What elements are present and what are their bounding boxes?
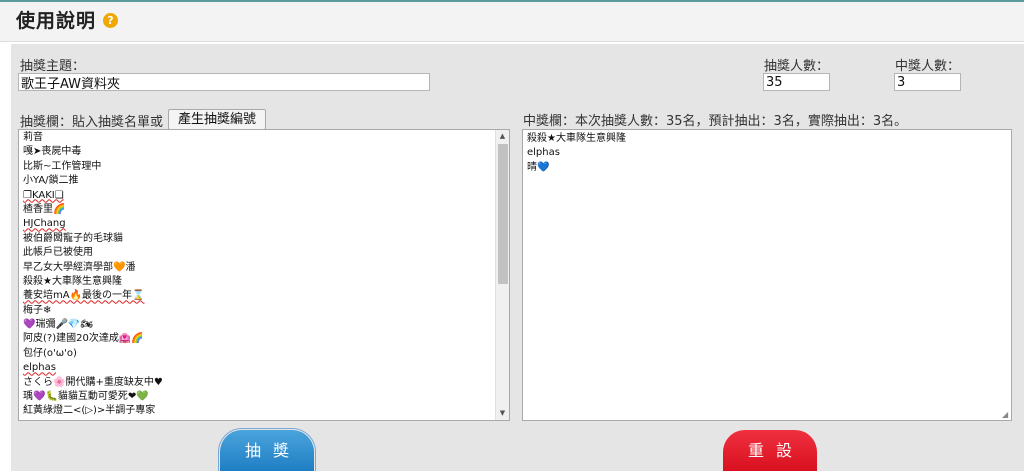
list-item: 小YA/鎖二推 [23, 175, 79, 187]
list-item: 莉音 [23, 132, 43, 143]
generate-numbers-button[interactable]: 產生抽獎編號 [168, 109, 266, 130]
list-item: elphas [23, 362, 56, 374]
scroll-up-arrow-icon[interactable]: ▲ [496, 130, 509, 143]
list-item: 早乙女大學經濟學部🧡潘 [23, 261, 136, 273]
participants-count-input[interactable] [763, 73, 830, 91]
list-item: 瑀💜🐛貓貓互動可愛死❤💚 [23, 391, 149, 403]
participants-count-label: 抽獎人數： [764, 59, 830, 74]
list-item: 殺殺★大車隊生意興隆 [23, 275, 122, 287]
winners-entries: 殺殺★大車隊生意興隆 elphas 晴💙 [527, 132, 626, 175]
scrollbar-thumb[interactable] [498, 144, 508, 284]
draw-button[interactable]: 抽獎 [218, 428, 316, 471]
winners-count-label: 中獎人數： [895, 59, 961, 74]
help-icon[interactable]: ? [103, 13, 118, 28]
resize-grip-icon[interactable]: ◢ [1002, 411, 1010, 419]
list-item: さくら🌸開代購+重度缺友中♥ [23, 376, 163, 388]
draw-list-label: 抽獎欄：貼入抽獎名單或 [20, 115, 164, 130]
list-item: 嘎➤喪屍中毒 [23, 146, 82, 158]
list-item: 梅子❄ [23, 304, 52, 316]
list-item: 阿皮(?)建國20次達成🏩🌈 [23, 333, 144, 345]
list-item: 紅黃綠燈二<(▷)>半調子專家 [23, 405, 156, 417]
winners-count-input[interactable] [894, 73, 961, 91]
list-item: 殺殺★大車隊生意興隆 [527, 133, 626, 144]
draw-list-entries: 莉音嘎➤喪屍中毒比斯~工作管理中 小YA/鎖二推 ❐KAKI❏ 楂香里🌈 HJChang… [23, 131, 163, 419]
topic-input[interactable] [18, 73, 430, 91]
draw-list-scrollbar[interactable]: ▲ ▼ [495, 130, 509, 420]
topic-label: 抽獎主題： [20, 59, 86, 74]
list-item: 此帳戶已被使用 [23, 247, 93, 259]
winners-summary-label: 中獎欄：本次抽獎人數：35名，預計抽出：3名，實際抽出：3名。 [523, 114, 908, 129]
list-item: elphas [527, 147, 560, 159]
draw-list-textarea[interactable]: 莉音嘎➤喪屍中毒比斯~工作管理中 小YA/鎖二推 ❐KAKI❏ 楂香里🌈 HJChang… [18, 129, 510, 421]
header-bar: 使用說明 ? [0, 2, 1024, 42]
list-item: 比斯~工作管理中 [23, 160, 102, 172]
list-item: 楂香里🌈 [23, 203, 66, 215]
reset-button[interactable]: 重設 [723, 430, 817, 471]
winners-textarea[interactable]: 殺殺★大車隊生意興隆 elphas 晴💙 ◢ [522, 129, 1012, 421]
list-item: 被伯爵闆寵子的毛球貓 [23, 232, 123, 244]
list-item: 💜瑞彌🎤💎🏍 [23, 319, 94, 331]
list-item: 包仔(o'ω'o) [23, 347, 77, 359]
page-title: 使用說明 [16, 10, 97, 32]
list-item: ❐KAKI❏ [23, 189, 64, 201]
scroll-down-arrow-icon[interactable]: ▼ [496, 407, 509, 420]
list-item: 養安培mA🔥最後の一年⌛ [23, 290, 145, 302]
list-item: HJChang [23, 218, 66, 230]
list-item: 晴💙 [527, 161, 550, 173]
